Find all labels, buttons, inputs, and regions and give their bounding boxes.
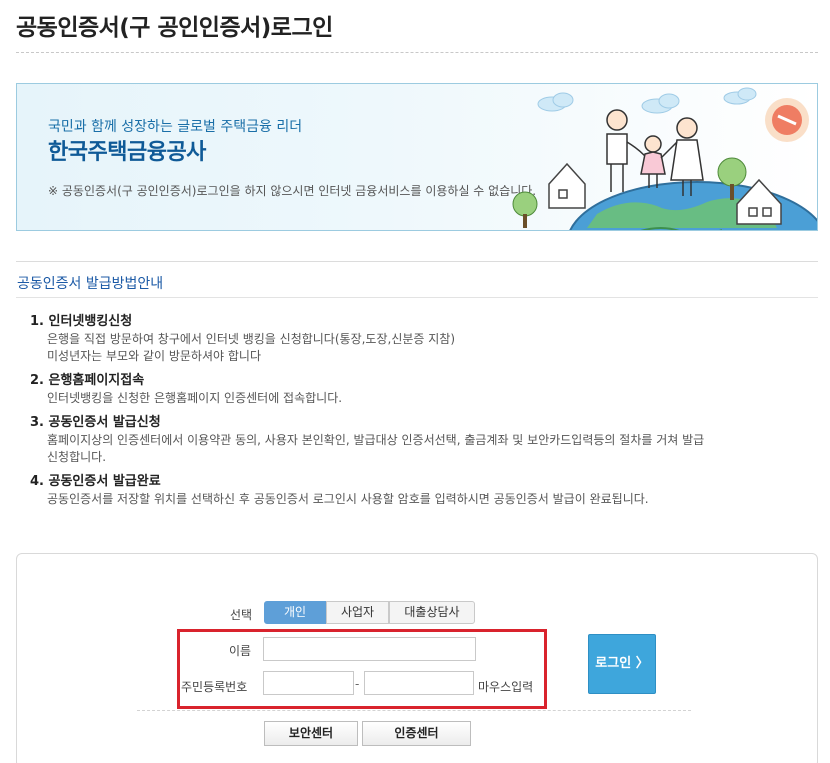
step-description: 신청합니다.	[47, 450, 107, 464]
banner-notice: ※ 공동인증서(구 공인인증서)로그인을 하지 않으시면 인터넷 금융서비스를 …	[48, 184, 537, 198]
banner: 국민과 함께 성장하는 글로벌 주택금융 리더 한국주택금융공사 ※ 공동인증서…	[16, 83, 818, 231]
guide-step: 1. 인터넷뱅킹신청 은행을 직접 방문하여 창구에서 인터넷 뱅킹을 신청합니…	[30, 312, 790, 365]
cert-center-button[interactable]: 인증센터	[362, 721, 471, 746]
step-heading: 2. 은행홈페이지접속	[30, 373, 145, 388]
step-description: 홈페이지상의 인증센터에서 이용약관 동의, 사용자 본인확인, 발급대상 인증…	[47, 433, 705, 447]
sun-icon	[765, 98, 809, 142]
banner-tagline: 국민과 함께 성장하는 글로벌 주택금융 리더	[48, 119, 303, 135]
login-panel: 선택 개인 사업자 대출상담사 이름 주민등록번호 - 마우스입력 로그인 〉 …	[16, 553, 818, 763]
step-heading: 3. 공동인증서 발급신청	[30, 415, 161, 430]
button-divider	[137, 710, 691, 711]
guide-title: 공동인증서 발급방법안내	[17, 276, 164, 292]
title-divider	[16, 52, 818, 53]
step-description: 은행을 직접 방문하여 창구에서 인터넷 뱅킹을 신청합니다(통장,도장,신분증…	[47, 332, 456, 346]
step-description: 공동인증서를 저장할 위치를 선택하신 후 공동인증서 로그인시 사용할 암호를…	[47, 492, 649, 506]
page-title: 공동인증서(구 공인인증서)로그인	[16, 15, 333, 41]
guide-step: 4. 공동인증서 발급완료 공동인증서를 저장할 위치를 선택하신 후 공동인증…	[30, 472, 790, 508]
step-description: 인터넷뱅킹을 신청한 은행홈페이지 인증센터에 접속합니다.	[47, 391, 343, 405]
cloud-icon	[537, 87, 757, 114]
security-center-button[interactable]: 보안센터	[264, 721, 358, 746]
guide-step: 3. 공동인증서 발급신청 홈페이지상의 인증센터에서 이용약관 동의, 사용자…	[30, 413, 790, 466]
guide-steps: 1. 인터넷뱅킹신청 은행을 직접 방문하여 창구에서 인터넷 뱅킹을 신청합니…	[30, 312, 790, 514]
select-label: 선택	[230, 608, 253, 622]
section-divider-top	[16, 261, 818, 262]
highlight-frame	[177, 629, 547, 709]
section-divider-bottom	[16, 297, 818, 298]
step-heading: 4. 공동인증서 발급완료	[30, 474, 161, 489]
tab-loan-consultant[interactable]: 대출상담사	[389, 601, 475, 624]
family-globe-illustration	[512, 87, 817, 230]
banner-org-name: 한국주택금융공사	[48, 140, 206, 165]
step-heading: 1. 인터넷뱅킹신청	[30, 314, 133, 329]
step-description: 미성년자는 부모와 같이 방문하셔야 합니다	[47, 349, 261, 363]
login-button[interactable]: 로그인 〉	[588, 634, 656, 694]
tab-individual[interactable]: 개인	[264, 601, 326, 624]
tab-business[interactable]: 사업자	[326, 601, 389, 624]
guide-step: 2. 은행홈페이지접속 인터넷뱅킹을 신청한 은행홈페이지 인증센터에 접속합니…	[30, 371, 790, 407]
